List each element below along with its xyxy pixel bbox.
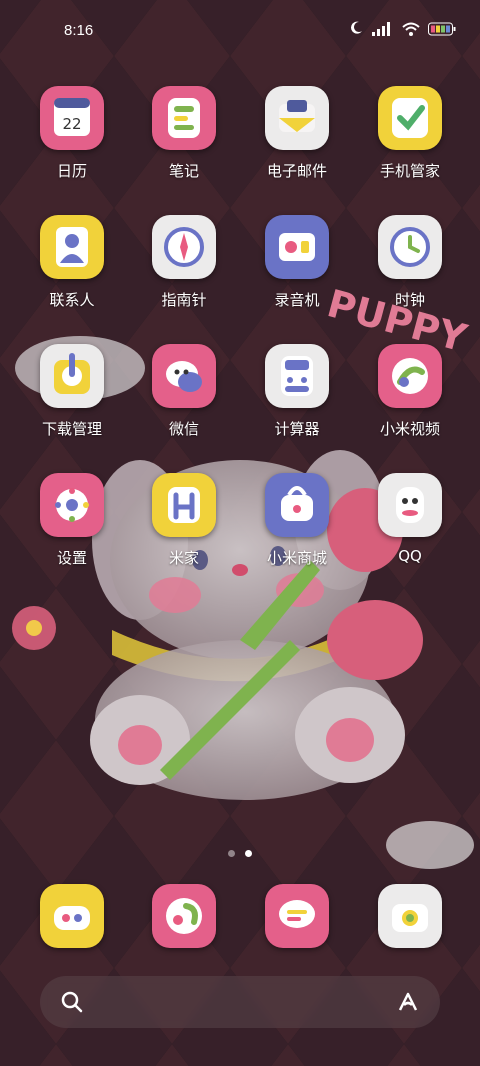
dock-camera[interactable]	[355, 884, 465, 948]
app-icon-calculator[interactable]: 计算器	[242, 344, 352, 439]
recorder-icon[interactable]	[265, 215, 329, 279]
camera-icon[interactable]	[378, 884, 442, 948]
video-icon[interactable]	[378, 344, 442, 408]
app-icon-download[interactable]: 下载管理	[17, 344, 127, 439]
app-icon-qq[interactable]: QQ	[355, 473, 465, 565]
clock-icon[interactable]	[378, 215, 442, 279]
messages-icon[interactable]	[265, 884, 329, 948]
contacts-icon[interactable]	[40, 215, 104, 279]
mail-icon[interactable]	[265, 86, 329, 150]
app-label: 微信	[168, 420, 199, 438]
settings-icon[interactable]	[40, 473, 104, 537]
app-icon-contacts[interactable]: 联系人	[17, 215, 127, 310]
calendar-icon[interactable]: 22	[40, 86, 104, 150]
calendar-date: 22	[62, 115, 81, 133]
dock	[0, 884, 480, 954]
status-bar: 8:16	[0, 0, 480, 62]
app-label: 笔记	[168, 162, 199, 180]
wifi-icon	[402, 21, 420, 40]
dock-messages[interactable]	[242, 884, 352, 948]
wechat-icon[interactable]	[152, 344, 216, 408]
dock-phone[interactable]	[17, 884, 127, 948]
app-label: 米家	[168, 549, 199, 567]
qq-icon[interactable]	[378, 473, 442, 537]
dock-gallery[interactable]	[129, 884, 239, 948]
gallery-icon[interactable]	[152, 884, 216, 948]
app-icon-recorder[interactable]: 录音机	[242, 215, 352, 310]
mijia-icon[interactable]	[152, 473, 216, 537]
app-icon-clock[interactable]: 时钟	[355, 215, 465, 310]
status-icons	[348, 20, 456, 40]
app-icon-mijia[interactable]: 米家	[129, 473, 239, 568]
app-label: 小米商城	[266, 549, 327, 567]
app-label: 电子邮件	[266, 162, 327, 180]
app-label: 手机管家	[379, 162, 440, 180]
compass-icon[interactable]	[152, 215, 216, 279]
app-label: QQ	[398, 547, 422, 565]
app-label: 联系人	[49, 291, 95, 309]
app-label: 计算器	[274, 420, 320, 438]
app-icon-calendar[interactable]: 22 日历	[17, 86, 127, 181]
page-indicator	[0, 850, 480, 857]
assistant-icon[interactable]	[396, 990, 420, 1018]
search-icon[interactable]	[60, 990, 84, 1018]
security-icon[interactable]	[378, 86, 442, 150]
app-icon-video[interactable]: 小米视频	[355, 344, 465, 439]
app-label: 指南针	[161, 291, 207, 309]
calculator-icon[interactable]	[265, 344, 329, 408]
moon-icon	[348, 20, 364, 40]
battery-icon	[428, 21, 456, 40]
app-icon-notes[interactable]: 笔记	[129, 86, 239, 181]
app-icon-security[interactable]: 手机管家	[355, 86, 465, 181]
app-label: 日历	[56, 162, 87, 180]
search-bar[interactable]	[40, 976, 440, 1028]
app-label: 录音机	[274, 291, 320, 309]
app-icon-compass[interactable]: 指南针	[129, 215, 239, 310]
phone-icon[interactable]	[40, 884, 104, 948]
page-dot-1[interactable]	[228, 850, 235, 857]
mi-store-icon[interactable]	[265, 473, 329, 537]
download-icon[interactable]	[40, 344, 104, 408]
signal-icon	[372, 21, 394, 40]
status-time: 8:16	[64, 22, 94, 39]
app-icon-mi-store[interactable]: 小米商城	[242, 473, 352, 568]
app-label: 下载管理	[41, 420, 102, 438]
page-dot-2[interactable]	[245, 850, 252, 857]
app-label: 设置	[56, 549, 87, 567]
notes-icon[interactable]	[152, 86, 216, 150]
app-icon-settings[interactable]: 设置	[17, 473, 127, 568]
app-label: 小米视频	[379, 420, 440, 438]
app-label: 时钟	[394, 291, 425, 309]
app-icon-wechat[interactable]: 微信	[129, 344, 239, 439]
app-icon-mail[interactable]: 电子邮件	[242, 86, 352, 181]
